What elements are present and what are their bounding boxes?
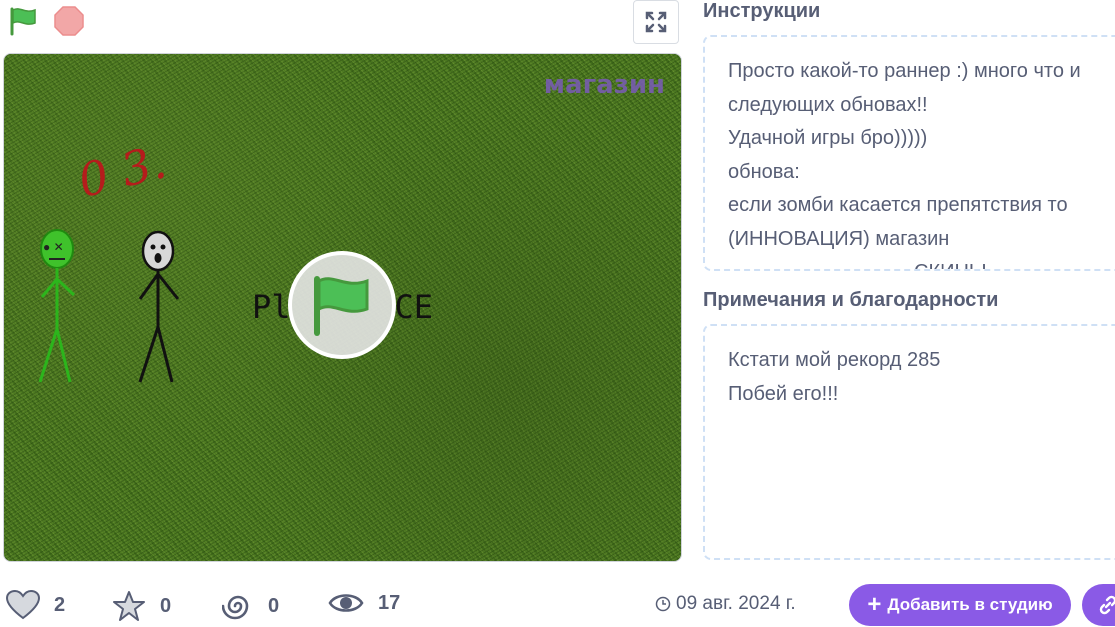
play-text-right: CE xyxy=(394,288,434,326)
add-to-studio-label: Добавить в студию xyxy=(887,595,1053,614)
notes-title: Примечания и благодарности xyxy=(703,289,999,311)
shared-date: 09 авг. 2024 г. xyxy=(655,593,796,615)
stop-button[interactable] xyxy=(54,6,84,36)
notes-box[interactable]: Кстати мой рекорд 285 Побей его!!! xyxy=(703,324,1115,560)
favorite-count: 0 xyxy=(160,594,172,617)
notes-line: Побей его!!! xyxy=(728,382,839,405)
heart-icon xyxy=(6,590,40,620)
svg-text:● ✕: ● ✕ xyxy=(43,240,64,254)
favorite-stat[interactable]: 0 xyxy=(112,590,171,622)
shared-date-text: 09 авг. 2024 г. xyxy=(676,593,796,614)
green-flag-icon xyxy=(314,276,369,336)
start-overlay-button[interactable] xyxy=(288,251,396,359)
stop-icon xyxy=(54,6,84,36)
star-icon xyxy=(113,591,145,621)
zombie-sprite: ● ✕ xyxy=(38,229,76,383)
instructions-line: (ИННОВАЦИЯ) магазин xyxy=(728,227,950,250)
notes-line: Кстати мой рекорд 285 xyxy=(728,349,941,371)
plus-icon: + xyxy=(867,591,882,618)
views-stat: 17 xyxy=(328,590,400,616)
love-count: 2 xyxy=(54,593,66,616)
stickman-sprite xyxy=(138,230,180,383)
project-info-panel: Инструкции Просто какой-то раннер :) мно… xyxy=(703,0,1115,627)
instructions-line: обнова: xyxy=(728,160,800,183)
eye-icon xyxy=(328,594,364,612)
link-icon xyxy=(1099,595,1115,615)
views-count: 17 xyxy=(378,591,401,614)
play-text-left: Pl xyxy=(252,288,291,326)
green-flag-button[interactable] xyxy=(8,6,40,36)
project-stats-bar: 2 0 0 17 09 авг. 2024 г. + Добавить в ст… xyxy=(0,580,1115,627)
project-stage[interactable]: магазин 0 3. ● ✕ Pl CE xyxy=(3,53,682,562)
instructions-box[interactable]: Просто какой-то раннер :) много что и сл… xyxy=(703,35,1115,271)
green-flag-icon xyxy=(10,7,36,36)
remix-stat: 0 xyxy=(222,590,279,622)
copy-link-button[interactable] xyxy=(1082,584,1115,626)
remix-count: 0 xyxy=(268,594,280,617)
instructions-line: Удачной игры бро))))) xyxy=(728,127,928,149)
fullscreen-icon xyxy=(645,11,667,33)
add-to-studio-button[interactable]: + Добавить в студию xyxy=(849,584,1071,626)
remix-icon xyxy=(222,595,249,620)
fullscreen-button[interactable] xyxy=(633,0,679,44)
instructions-title: Инструкции xyxy=(703,0,821,22)
instructions-line: следующих обновах!! xyxy=(728,93,928,116)
instructions-line: если зомби касается препятствия то xyxy=(728,194,1068,216)
love-stat[interactable]: 2 xyxy=(6,590,65,620)
instructions-line: СКИНЫ xyxy=(728,256,1115,269)
instructions-line: Просто какой-то раннер :) много что и xyxy=(728,60,1081,82)
shop-label[interactable]: магазин xyxy=(544,70,665,100)
clock-icon xyxy=(655,596,671,612)
